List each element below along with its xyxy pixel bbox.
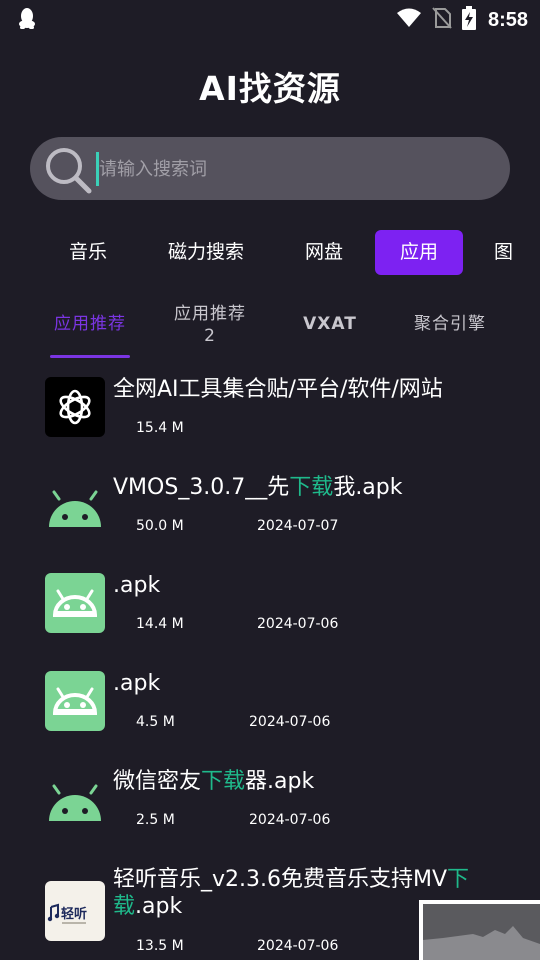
list-item[interactable]: 微信密友下载器.apk 2.5 M 2024-07-06 xyxy=(0,758,540,856)
android-box-icon xyxy=(45,573,105,633)
item-size: 2.5 M xyxy=(136,812,175,828)
subtab-app-recommend-2[interactable]: 应用推荐 2 xyxy=(160,303,260,347)
status-bar: 8:58 xyxy=(0,0,540,36)
tab-netdisk[interactable]: 网盘 xyxy=(284,230,364,275)
battery-charging-icon xyxy=(461,6,476,34)
tab-images[interactable]: 图 xyxy=(488,230,528,275)
list-item[interactable]: .apk 4.5 M 2024-07-06 xyxy=(0,660,540,758)
search-icon[interactable] xyxy=(44,146,92,198)
item-title: VMOS_3.0.7__先下载我.apk xyxy=(113,475,403,500)
category-tabs: 音乐 磁力搜索 网盘 应用 图 xyxy=(0,230,540,275)
active-tab-indicator xyxy=(50,355,130,358)
item-size: 13.5 M xyxy=(136,938,184,954)
app-title: AI找资源 xyxy=(199,69,341,108)
item-title: 微信密友下载器.apk xyxy=(113,769,315,794)
list-item[interactable]: 全网AI工具集合贴/平台/软件/网站 15.4 M xyxy=(0,366,540,464)
clock: 8:58 xyxy=(487,8,528,31)
item-title: 全网AI工具集合贴/平台/软件/网站 xyxy=(113,377,443,402)
subtab-aggregate-engine[interactable]: 聚合引擎 xyxy=(400,313,500,335)
qingting-icon: 轻听 xyxy=(45,881,105,941)
no-sim-icon xyxy=(432,7,452,33)
wifi-icon xyxy=(396,8,422,32)
subtab-app-recommend[interactable]: 应用推荐 xyxy=(40,313,140,335)
search-input[interactable] xyxy=(96,152,486,186)
search-bar[interactable] xyxy=(30,137,510,200)
item-title: .apk xyxy=(113,573,161,598)
floating-mini-window[interactable] xyxy=(419,900,540,960)
android-icon xyxy=(45,479,105,539)
list-item[interactable]: .apk 14.4 M 2024-07-06 xyxy=(0,562,540,660)
item-size: 4.5 M xyxy=(136,714,175,730)
android-icon xyxy=(45,773,105,833)
item-date: 2024-07-07 xyxy=(257,518,339,534)
openai-icon xyxy=(45,377,105,437)
item-date: 2024-07-06 xyxy=(249,714,331,730)
item-size: 14.4 M xyxy=(136,616,184,632)
tab-music[interactable]: 音乐 xyxy=(48,230,128,275)
source-tabs: 应用推荐 应用推荐 2 VXAT 聚合引擎 xyxy=(0,300,540,360)
item-size: 50.0 M xyxy=(136,518,184,534)
tab-apps[interactable]: 应用 xyxy=(375,230,463,275)
item-date: 2024-07-06 xyxy=(249,812,331,828)
item-date: 2024-07-06 xyxy=(257,938,339,954)
tab-magnet-search[interactable]: 磁力搜索 xyxy=(150,230,262,275)
subtab-vxat[interactable]: VXAT xyxy=(280,313,380,335)
item-title: .apk xyxy=(113,671,161,696)
item-date: 2024-07-06 xyxy=(257,616,339,632)
list-item[interactable]: VMOS_3.0.7__先下载我.apk 50.0 M 2024-07-07 xyxy=(0,464,540,562)
qq-notification-icon xyxy=(18,7,36,33)
android-box-icon xyxy=(45,671,105,731)
item-size: 15.4 M xyxy=(136,420,184,436)
svg-text:轻听: 轻听 xyxy=(61,906,87,922)
